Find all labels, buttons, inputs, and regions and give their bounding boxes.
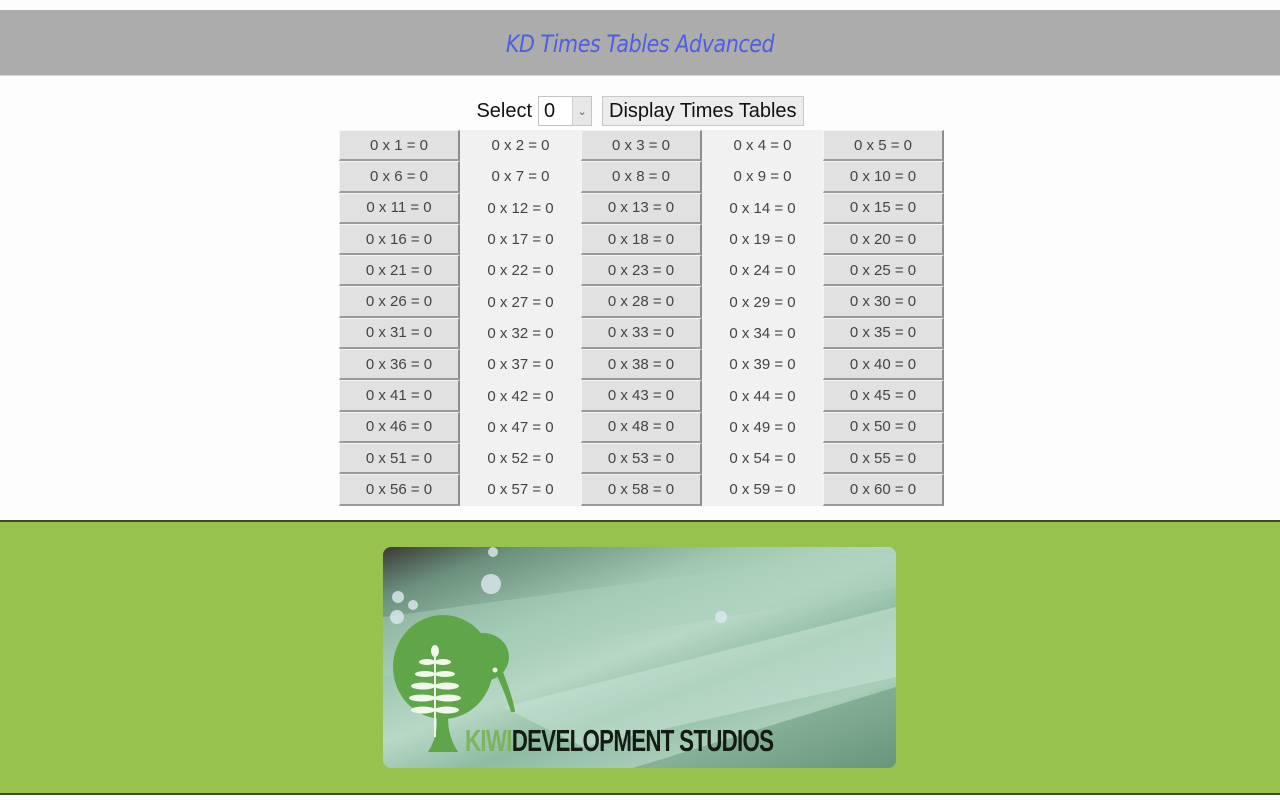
times-table-cell: 0 x 12 = 0 — [460, 192, 581, 224]
times-table-cell: 0 x 44 = 0 — [702, 380, 823, 412]
logo-text-kiwi: KIWI — [465, 723, 512, 758]
times-table-cell[interactable]: 0 x 56 = 0 — [339, 474, 460, 506]
times-table-cell[interactable]: 0 x 35 = 0 — [823, 317, 944, 350]
times-table-cell: 0 x 24 = 0 — [702, 255, 823, 287]
logo-text-rest: DEVELOPMENT STUDIOS — [511, 723, 774, 758]
times-table-cell[interactable]: 0 x 51 = 0 — [339, 442, 460, 475]
times-table-cell: 0 x 9 = 0 — [702, 161, 823, 193]
times-table-cell: 0 x 32 = 0 — [460, 317, 581, 350]
logo-text: KIWIDEVELOPMENT STUDIOS — [465, 723, 774, 759]
times-table-cell: 0 x 37 = 0 — [460, 349, 581, 381]
times-table-cell: 0 x 2 = 0 — [460, 130, 581, 162]
times-table-cell[interactable]: 0 x 30 = 0 — [823, 286, 944, 318]
times-table-cell[interactable]: 0 x 5 = 0 — [823, 130, 944, 162]
table-select-dropdown[interactable]: 0 ⌄ — [538, 96, 593, 126]
times-table-cell[interactable]: 0 x 18 = 0 — [581, 223, 702, 256]
times-table-cell[interactable]: 0 x 31 = 0 — [339, 317, 460, 350]
times-table-cell: 0 x 59 = 0 — [702, 474, 823, 506]
times-table-cell[interactable]: 0 x 13 = 0 — [581, 192, 702, 224]
times-table-cell[interactable]: 0 x 21 = 0 — [339, 255, 460, 287]
times-table-cell[interactable]: 0 x 28 = 0 — [581, 286, 702, 318]
times-table-cell: 0 x 39 = 0 — [702, 349, 823, 381]
times-table-cell[interactable]: 0 x 3 = 0 — [581, 130, 702, 162]
times-table-cell[interactable]: 0 x 6 = 0 — [339, 161, 460, 193]
times-table-grid: 0 x 1 = 00 x 2 = 00 x 3 = 00 x 4 = 00 x … — [339, 130, 944, 506]
times-table-cell: 0 x 19 = 0 — [702, 223, 823, 256]
times-table-cell[interactable]: 0 x 36 = 0 — [339, 349, 460, 381]
times-table-cell: 0 x 4 = 0 — [702, 130, 823, 162]
times-table-cell: 0 x 57 = 0 — [460, 474, 581, 506]
times-table-cell: 0 x 52 = 0 — [460, 442, 581, 475]
times-table-cell[interactable]: 0 x 40 = 0 — [823, 349, 944, 381]
select-value: 0 — [544, 99, 556, 122]
times-table-cell[interactable]: 0 x 43 = 0 — [581, 380, 702, 412]
times-table-cell: 0 x 27 = 0 — [460, 286, 581, 318]
times-table-cell[interactable]: 0 x 16 = 0 — [339, 223, 460, 256]
times-table-cell: 0 x 34 = 0 — [702, 317, 823, 350]
display-times-tables-button[interactable]: Display Times Tables — [602, 96, 804, 126]
times-table-cell[interactable]: 0 x 33 = 0 — [581, 317, 702, 350]
times-table-cell[interactable]: 0 x 45 = 0 — [823, 380, 944, 412]
page-title: KD Times Tables Advanced — [505, 29, 775, 58]
page-header: KD Times Tables Advanced — [0, 10, 1280, 76]
times-table-cell[interactable]: 0 x 50 = 0 — [823, 411, 944, 443]
select-label: Select — [476, 99, 533, 122]
controls-bar: Select 0 ⌄ Display Times Tables — [0, 96, 1280, 126]
kiwi-development-studios-logo: KIWIDEVELOPMENT STUDIOS — [383, 547, 896, 768]
times-table-cell[interactable]: 0 x 48 = 0 — [581, 411, 702, 443]
times-table-cell: 0 x 7 = 0 — [460, 161, 581, 193]
times-table-cell[interactable]: 0 x 1 = 0 — [339, 130, 460, 162]
times-table-cell: 0 x 29 = 0 — [702, 286, 823, 318]
times-table-cell[interactable]: 0 x 53 = 0 — [581, 442, 702, 475]
times-table-cell[interactable]: 0 x 41 = 0 — [339, 380, 460, 412]
times-table-cell[interactable]: 0 x 55 = 0 — [823, 442, 944, 475]
times-table-cell: 0 x 22 = 0 — [460, 255, 581, 287]
times-table-cell: 0 x 14 = 0 — [702, 192, 823, 224]
footer: KIWIDEVELOPMENT STUDIOS — [0, 520, 1280, 795]
times-table-cell: 0 x 49 = 0 — [702, 411, 823, 443]
times-table-cell[interactable]: 0 x 25 = 0 — [823, 255, 944, 287]
times-table-cell[interactable]: 0 x 46 = 0 — [339, 411, 460, 443]
times-table-cell[interactable]: 0 x 8 = 0 — [581, 161, 702, 193]
times-table-cell[interactable]: 0 x 58 = 0 — [581, 474, 702, 506]
times-table-cell[interactable]: 0 x 23 = 0 — [581, 255, 702, 287]
chevron-down-icon[interactable]: ⌄ — [572, 97, 592, 125]
times-table-cell[interactable]: 0 x 38 = 0 — [581, 349, 702, 381]
times-table-cell[interactable]: 0 x 60 = 0 — [823, 474, 944, 506]
times-table-cell[interactable]: 0 x 11 = 0 — [339, 192, 460, 224]
times-table-cell[interactable]: 0 x 15 = 0 — [823, 192, 944, 224]
times-table-cell[interactable]: 0 x 20 = 0 — [823, 223, 944, 256]
times-table-cell: 0 x 17 = 0 — [460, 223, 581, 256]
times-table-cell[interactable]: 0 x 10 = 0 — [823, 161, 944, 193]
times-table-cell: 0 x 54 = 0 — [702, 442, 823, 475]
times-table-cell[interactable]: 0 x 26 = 0 — [339, 286, 460, 318]
times-table-cell: 0 x 47 = 0 — [460, 411, 581, 443]
times-table-cell: 0 x 42 = 0 — [460, 380, 581, 412]
